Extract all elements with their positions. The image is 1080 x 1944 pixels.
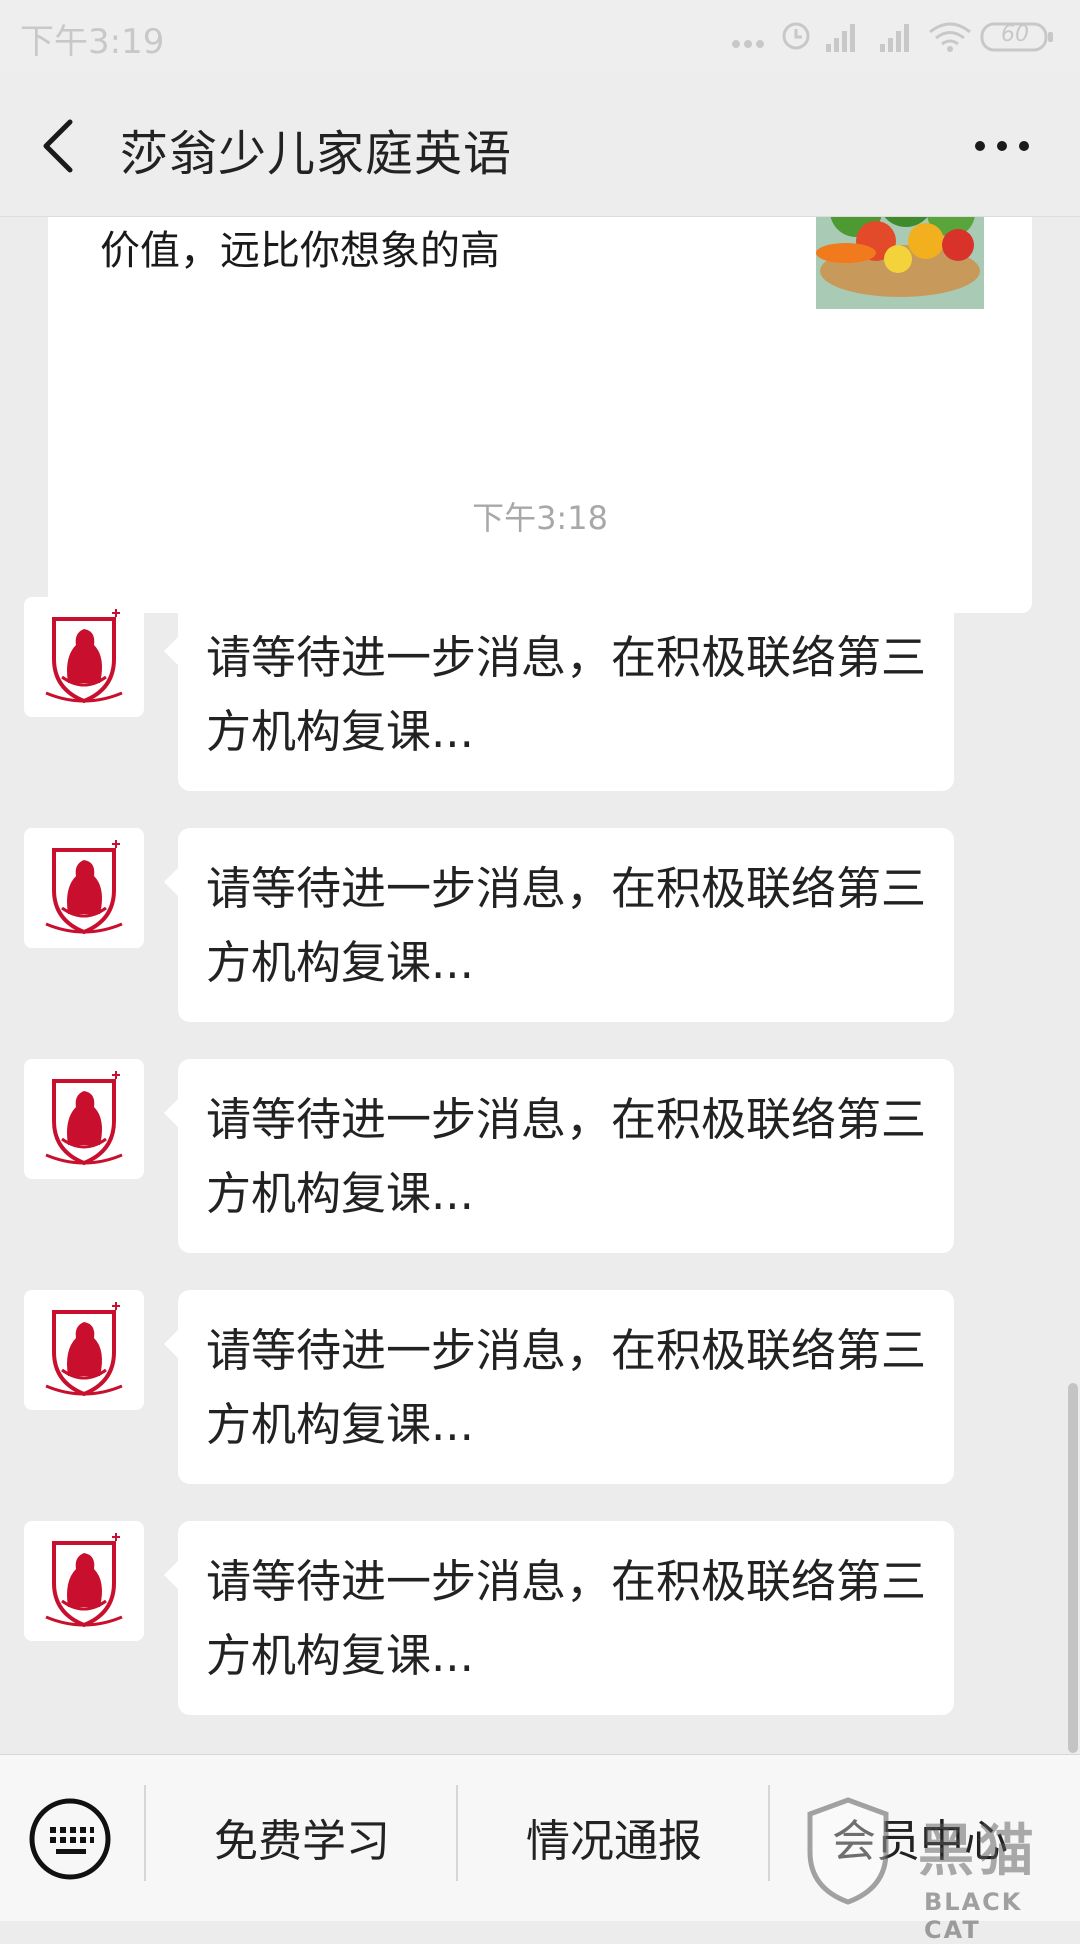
status-icons: 60	[730, 16, 1060, 56]
avatar[interactable]	[24, 1059, 144, 1179]
shield-icon	[807, 1797, 889, 1905]
more-options-icon[interactable]	[972, 128, 1032, 164]
message-row: 请等待进一步消息，在积极联络第三方机构复课...	[0, 1290, 1080, 1486]
message-row: 请等待进一步消息，在积极联络第三方机构复课...	[0, 1521, 1080, 1717]
battery-level: 60	[1001, 22, 1029, 47]
message-text: 请等待进一步消息，在积极联络第三方机构复课...	[206, 1093, 927, 1220]
signal-icon-2	[880, 24, 909, 52]
article-card[interactable]: 钙含量是牛奶的 3 倍！这些蔬菜的营养价值，远比你想象的高	[48, 217, 1032, 613]
watermark-cn: 黑猫	[918, 1819, 1038, 1884]
message-bubble[interactable]: 请等待进一步消息，在积极联络第三方机构复课...	[164, 597, 954, 791]
message-bubble[interactable]: 请等待进一步消息，在积极联络第三方机构复课...	[164, 1059, 954, 1253]
nav-bar: 莎翁少儿家庭英语	[0, 72, 1080, 217]
message-text: 请等待进一步消息，在积极联络第三方机构复课...	[206, 631, 927, 758]
wifi-icon	[929, 22, 971, 46]
status-time: 下午3:19	[20, 22, 165, 62]
article-thumbnail	[816, 217, 984, 309]
message-text: 请等待进一步消息，在积极联络第三方机构复课...	[206, 862, 927, 989]
signal-icon	[826, 24, 855, 52]
more-dots-icon	[732, 40, 740, 48]
article-title: 钙含量是牛奶的 3 倍！这些蔬菜的营养价值，远比你想象的高	[100, 228, 500, 274]
scrollbar[interactable]	[1068, 1383, 1078, 1753]
menu-item-status-report[interactable]: 情况通报	[458, 1805, 770, 1869]
message-bubble[interactable]: 请等待进一步消息，在积极联络第三方机构复课...	[164, 1521, 954, 1715]
chat-area: 钙含量是牛奶的 3 倍！这些蔬菜的营养价值，远比你想象的高 下午3:18	[0, 217, 1080, 1754]
avatar[interactable]	[24, 828, 144, 948]
message-bubble[interactable]: 请等待进一步消息，在积极联络第三方机构复课...	[164, 828, 954, 1022]
page-title: 莎翁少儿家庭英语	[120, 126, 513, 182]
menu-item-free-study[interactable]: 免费学习	[146, 1805, 458, 1869]
black-cat-watermark: 黑猫 BLACK CAT	[800, 1790, 1080, 1944]
time-divider: 下午3:18	[472, 499, 608, 537]
message-text: 请等待进一步消息，在积极联络第三方机构复课...	[206, 1324, 927, 1451]
message-row: 请等待进一步消息，在积极联络第三方机构复课...	[0, 828, 1080, 1024]
keyboard-icon[interactable]	[28, 1797, 112, 1881]
status-bar: 下午3:19 60	[0, 0, 1080, 72]
watermark-en: BLACK CAT	[924, 1888, 1023, 1944]
alarm-icon	[782, 22, 810, 50]
message-row: 请等待进一步消息，在积极联络第三方机构复课...	[0, 597, 1080, 793]
back-arrow-icon[interactable]	[36, 116, 84, 176]
avatar[interactable]	[24, 1290, 144, 1410]
avatar[interactable]	[24, 1521, 144, 1641]
message-text: 请等待进一步消息，在积极联络第三方机构复课...	[206, 1555, 927, 1682]
avatar[interactable]	[24, 597, 144, 717]
message-row: 请等待进一步消息，在积极联络第三方机构复课...	[0, 1059, 1080, 1255]
message-bubble[interactable]: 请等待进一步消息，在积极联络第三方机构复课...	[164, 1290, 954, 1484]
